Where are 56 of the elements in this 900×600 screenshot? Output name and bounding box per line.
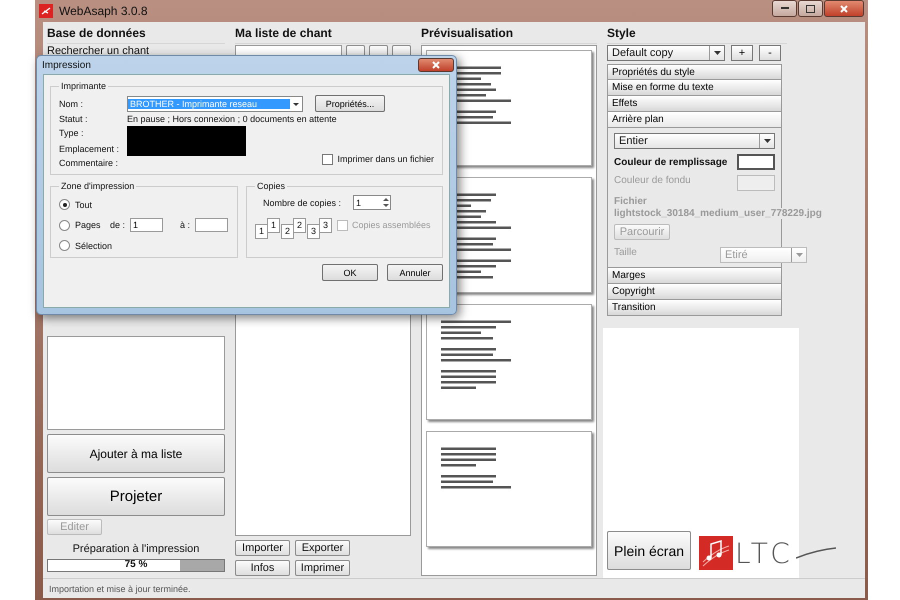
project-button[interactable]: Projeter (47, 477, 225, 516)
style-section-header[interactable]: Transition (607, 300, 782, 316)
cancel-button[interactable]: Annuler (387, 264, 443, 281)
field-label: Nombre de copies : (263, 198, 342, 208)
window-title: WebAsaph 3.0.8 (59, 4, 149, 18)
list-action-button[interactable]: Infos (235, 560, 290, 576)
progress-reading: 75 % (124, 559, 148, 570)
list-action-button[interactable]: Imprimer (295, 560, 350, 576)
fill-color-label: Couleur de remplissage (614, 156, 728, 168)
group-legend: Copies (255, 181, 288, 191)
file-name: lightstock_30184_medium_user_778229.jpg (614, 208, 822, 219)
section-heading: Prévisualisation (421, 26, 597, 44)
field-label: Type : (59, 128, 85, 138)
field-label: à : (180, 220, 190, 230)
properties-button[interactable]: Propriétés... (315, 95, 385, 112)
group-legend: Zone d'impression (59, 181, 136, 191)
from-page-field[interactable]: 1 (130, 218, 164, 232)
group-legend: Imprimante (59, 81, 108, 91)
field-label: Nom : (59, 98, 84, 108)
remove-style-button[interactable]: - (759, 45, 781, 61)
list-action-button[interactable]: Importer (235, 540, 290, 556)
checkbox-label: Copies assemblées (352, 220, 431, 230)
list-action-button[interactable]: Exporter (295, 540, 350, 556)
mode-select[interactable]: Entier (614, 133, 775, 149)
field-label: Emplacement : (59, 144, 120, 154)
search-label: Rechercher un chant (47, 45, 150, 57)
progress-label: Préparation à l'impression (72, 543, 200, 555)
field-label: Commentaire : (59, 158, 120, 168)
size-label: Taille (614, 247, 637, 258)
style-section-header[interactable]: Copyright (607, 284, 782, 300)
copies-spinner[interactable]: 1 (353, 195, 392, 210)
style-section-header[interactable]: Arrière plan (607, 112, 782, 128)
section-heading: Style (607, 26, 787, 44)
ok-button[interactable]: OK (322, 264, 378, 281)
fade-color-label: Couleur de fondu (614, 175, 691, 186)
style-section-header[interactable]: Effets (607, 96, 782, 112)
radio-label: Pages (75, 220, 102, 230)
printer-status: En pause ; Hors connexion ; 0 documents en attente (127, 114, 338, 124)
dialog-title: Impression (42, 60, 91, 70)
fullscreen-button[interactable]: Plein écran (607, 531, 692, 570)
logo-text: LTC (735, 536, 794, 570)
style-section-header[interactable]: Marges (607, 268, 782, 284)
section-heading: Ma liste de chant (235, 26, 411, 44)
radio-label: Sélection (75, 240, 112, 250)
radio-label: Tout (75, 200, 92, 210)
add-to-list-button[interactable]: Ajouter à ma liste (47, 434, 225, 473)
section-heading: Base de données (47, 26, 225, 44)
file-label: Fichier (614, 196, 647, 207)
checkbox-label: Imprimer dans un fichier (337, 154, 434, 164)
add-style-button[interactable]: + (731, 45, 753, 61)
preset-select[interactable]: Default copy (607, 45, 725, 61)
style-section-header[interactable]: Propriétés du style (607, 64, 782, 80)
status-bar: Importation et mise à jour terminée. (43, 578, 865, 598)
field-label: de : (110, 220, 126, 230)
field-label: Statut : (59, 114, 89, 124)
style-section-header[interactable]: Mise en forme du texte (607, 80, 782, 96)
